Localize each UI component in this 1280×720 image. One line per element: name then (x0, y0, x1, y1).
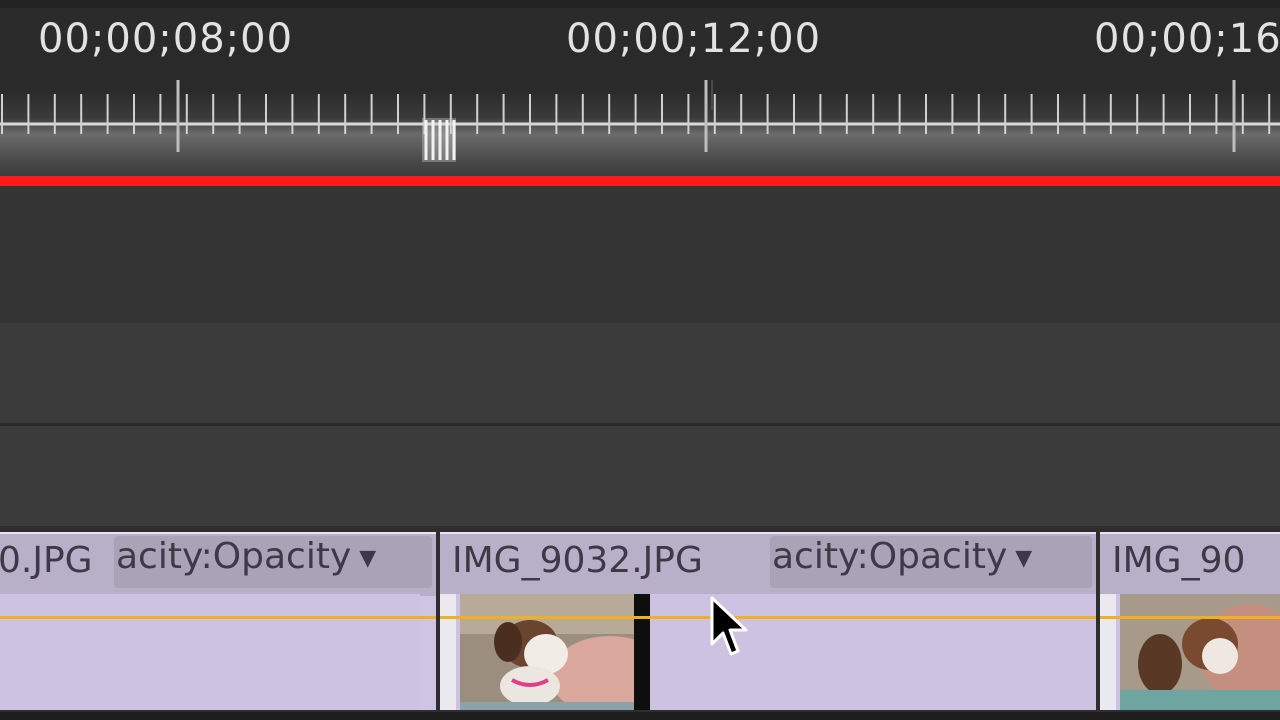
ruler-ticks (0, 80, 1280, 162)
triangle-down-icon[interactable]: ▼ (1015, 546, 1032, 571)
opacity-keyline[interactable] (0, 616, 436, 619)
clip-effect-selector[interactable]: acity:Opacity ▼ (770, 536, 1092, 588)
clip-thumbnail (460, 594, 634, 710)
clip-header: IMG_90 (1100, 532, 1280, 596)
arrow-pointer-icon (710, 596, 750, 664)
dog-photo-thumbnail (460, 594, 634, 710)
video-track-3[interactable] (0, 323, 1280, 426)
clip-left-edge[interactable] (1100, 594, 1116, 710)
clip-effect-label: acity:Opacity (772, 536, 1008, 577)
time-ruler[interactable]: 00;00;08;00 00;00;12;00 00;00;16 (0, 0, 1280, 178)
clip-thumbnail (1120, 594, 1280, 710)
clip-name: IMG_90 (1112, 540, 1246, 581)
work-area-bar[interactable] (0, 176, 1280, 186)
clip-header: IMG_9032.JPG acity:Opacity ▼ (440, 532, 1096, 596)
opacity-keyline[interactable] (1100, 616, 1280, 619)
empty-track-area[interactable] (0, 186, 1280, 323)
timeline-bottom-border (0, 712, 1280, 720)
timecode-label-16s: 00;00;16 (1094, 16, 1280, 62)
clip-effect-label: acity:Opacity (116, 536, 352, 577)
dog-photo-thumbnail (1120, 594, 1280, 710)
timeline-clip[interactable]: IMG_90 (1100, 532, 1280, 710)
clip-name: IMG_9032.JPG (452, 540, 703, 581)
edit-point-marker[interactable] (634, 594, 650, 710)
clip-effect-selector[interactable]: acity:Opacity ▼ (114, 536, 432, 588)
clip-left-edge[interactable] (440, 594, 456, 710)
timecode-label-8s: 00;00;08;00 (38, 16, 294, 62)
timeline-clip[interactable]: IMG_9032.JPG acity:Opacity ▼ (440, 532, 1096, 710)
triangle-down-icon[interactable]: ▼ (359, 546, 376, 571)
playhead-grip-icon[interactable] (422, 118, 456, 162)
timeline-clip[interactable]: 0.JPG acity:Opacity ▼ (0, 532, 436, 710)
ruler-top-border (0, 0, 1280, 8)
clip-name: 0.JPG (0, 540, 93, 581)
video-track-2[interactable] (0, 426, 1280, 526)
timecode-label-12s: 00;00;12;00 (566, 16, 822, 62)
clip-body (0, 594, 420, 710)
clip-header: 0.JPG acity:Opacity ▼ (0, 532, 436, 596)
opacity-keyline[interactable] (440, 616, 1096, 619)
